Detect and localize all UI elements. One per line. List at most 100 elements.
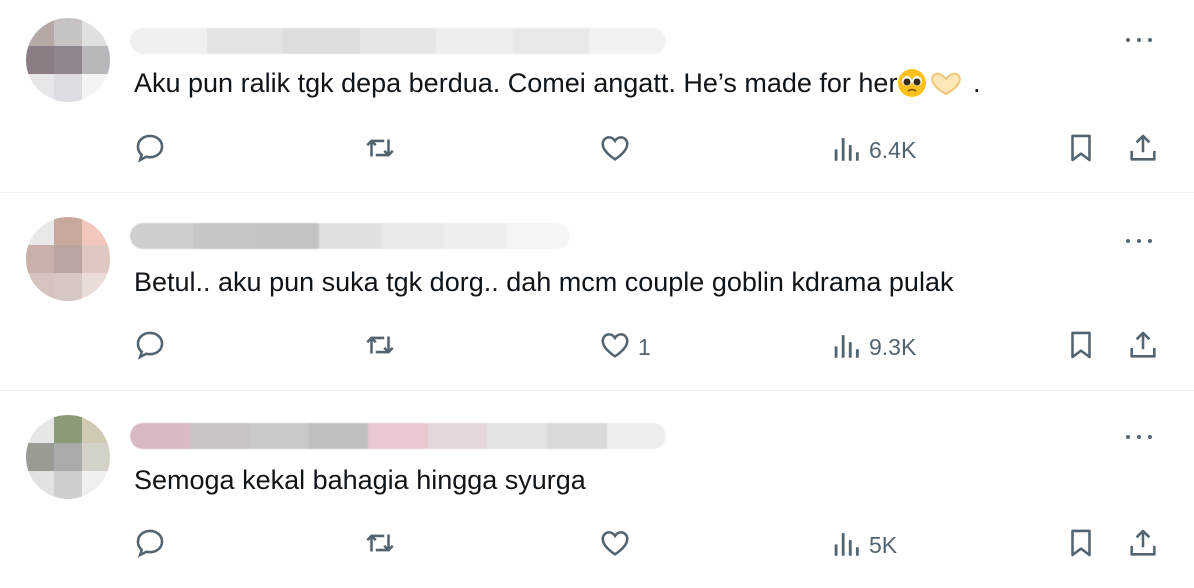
reply-text-content: Semoga kekal bahagia hingga syurga [134,465,586,495]
action-bar: 5K [0,525,1194,565]
name-pixel [512,28,590,54]
name-pixel [308,423,369,449]
name-pixel [255,223,319,249]
views-button[interactable]: 6.4K [829,130,916,170]
name-pixel [189,423,250,449]
action-bar: 6.4K [0,130,1194,170]
reply-tweet: Betul.. aku pun suka tgk dorg.. dah mcm … [0,193,1194,390]
like-button[interactable]: 1 [598,327,651,367]
name-pixel [249,423,309,449]
pleading-face-emoji [897,68,927,106]
like-icon [598,328,632,367]
bookmark-button[interactable] [1064,327,1098,367]
name-pixel [427,423,488,449]
avatar-pixel [82,18,110,46]
action-bar: 1 9.3K [0,327,1194,367]
name-pixel [546,423,607,449]
name-pixel [206,28,284,54]
avatar-pixel [54,471,82,499]
view-count: 5K [869,531,898,558]
views-button[interactable]: 5K [829,525,897,565]
avatar-pixel [54,18,82,46]
avatar-pixel [26,74,54,102]
avatar-pixel [26,443,54,471]
like-button[interactable] [598,130,638,170]
name-pixel [283,28,360,54]
avatar-pixel [26,471,54,499]
bookmark-button[interactable] [1064,130,1098,170]
avatar-pixel [26,245,54,273]
share-icon [1126,328,1160,367]
reply-icon [133,526,167,565]
avatar-pixel [82,217,110,245]
avatar-pixel [82,245,110,273]
avatar-pixel [82,471,110,499]
avatar-pixel [82,74,110,102]
heart-hands-emoji [927,68,965,106]
avatar-pixel [82,273,110,301]
more-options-button[interactable] [1122,229,1156,253]
avatar-pixel [82,443,110,471]
avatar-pixel [26,46,54,74]
bookmark-icon [1064,328,1098,367]
name-pixel [589,28,666,54]
share-icon [1126,526,1160,565]
avatar-pixel [54,415,82,443]
retweet-button[interactable] [363,327,397,367]
name-pixel [130,423,190,449]
avatar-pixel [54,443,82,471]
views-icon [829,328,863,367]
avatar-pixel [54,46,82,74]
views-icon [829,131,863,170]
more-options-button[interactable] [1122,425,1156,449]
name-pixel [507,223,570,249]
view-count: 9.3K [869,333,917,360]
reply-button[interactable] [133,130,167,170]
reply-tweet: Semoga kekal bahagia hingga syurga 5K [0,391,1194,588]
retweet-icon [363,526,397,565]
avatar[interactable] [26,217,110,301]
avatar-pixel [26,217,54,245]
name-pixel [130,28,207,54]
like-icon [598,131,632,170]
name-pixel [606,423,666,449]
bookmark-icon [1064,526,1098,565]
username-redacted [130,28,666,54]
avatar[interactable] [26,18,110,102]
view-count: 6.4K [869,136,917,163]
avatar-pixel [54,273,82,301]
bookmark-icon [1064,131,1098,170]
reply-icon [133,131,167,170]
reply-button[interactable] [133,525,167,565]
avatar-pixel [26,415,54,443]
reply-text: Betul.. aku pun suka tgk dorg.. dah mcm … [134,265,953,299]
share-button[interactable] [1126,525,1160,565]
reply-button[interactable] [133,327,167,367]
reply-icon [133,328,167,367]
retweet-button[interactable] [363,525,397,565]
username-redacted [130,423,666,449]
bookmark-button[interactable] [1064,525,1098,565]
like-count: 1 [638,333,651,360]
username-redacted [130,223,570,249]
name-pixel [318,223,382,249]
name-pixel [444,223,508,249]
share-button[interactable] [1126,327,1160,367]
avatar[interactable] [26,415,110,499]
avatar-pixel [54,74,82,102]
retweet-button[interactable] [363,130,397,170]
name-pixel [436,28,513,54]
avatar-pixel [54,217,82,245]
name-pixel [368,423,428,449]
name-pixel [130,223,193,249]
share-button[interactable] [1126,130,1160,170]
reply-text-content: Aku pun ralik tgk depa berdua. Comei ang… [134,68,898,98]
reply-text: Semoga kekal bahagia hingga syurga [134,463,586,497]
more-options-button[interactable] [1122,28,1156,52]
reply-tweet: Aku pun ralik tgk depa berdua. Comei ang… [0,0,1194,192]
reply-text: Aku pun ralik tgk depa berdua. Comei ang… [134,66,980,106]
like-button[interactable] [598,525,638,565]
avatar-pixel [54,245,82,273]
views-button[interactable]: 9.3K [829,327,916,367]
name-pixel [487,423,547,449]
